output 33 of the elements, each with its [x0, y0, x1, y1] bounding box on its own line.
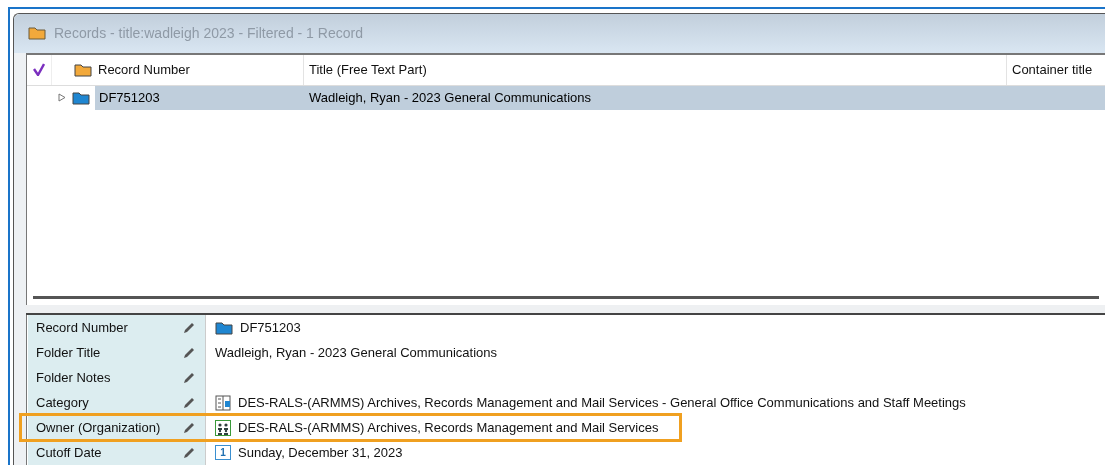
- category-icon: [215, 394, 231, 411]
- field-label: Folder Notes: [36, 368, 112, 387]
- window-title: Records - title:wadleigh 2023 - Filtered - 1 Record: [54, 23, 363, 43]
- field-value: Sunday, December 31, 2023: [238, 443, 403, 462]
- pencil-icon[interactable]: [183, 346, 195, 359]
- people-icon: [215, 419, 231, 436]
- pencil-icon[interactable]: [183, 396, 195, 409]
- table-cell-text: Wadleigh, Ryan - 2023 General Communications: [308, 88, 592, 107]
- folder-icon: [72, 90, 90, 105]
- calendar-icon: 1: [215, 445, 231, 460]
- column-header[interactable]: Container title: [1012, 59, 1093, 80]
- field-label: Cutoff Date: [36, 443, 103, 462]
- pencil-icon[interactable]: [183, 321, 195, 334]
- field-label: Record Number: [36, 318, 129, 337]
- field-label: Category: [36, 393, 90, 412]
- column-header[interactable]: Record Number: [98, 59, 190, 80]
- expander-icon[interactable]: [58, 93, 66, 103]
- pencil-icon[interactable]: [183, 446, 195, 459]
- folder-icon: [74, 62, 92, 77]
- field-label: Owner (Organization): [36, 418, 162, 437]
- column-header[interactable]: Title (Free Text Part): [309, 59, 427, 80]
- table-cell-text: DF751203: [98, 88, 161, 107]
- field-value: DF751203: [240, 318, 301, 337]
- field-value: DES-RALS-(ARMMS) Archives, Records Management and Mail Services: [238, 418, 659, 437]
- field-value: Wadleigh, Ryan - 2023 General Communications: [215, 343, 498, 362]
- check-icon[interactable]: [33, 63, 45, 77]
- field-label: Folder Title: [36, 343, 102, 362]
- pencil-icon[interactable]: [183, 371, 195, 384]
- folder-icon: [215, 320, 233, 335]
- table-row[interactable]: DF751203 Wadleigh, Ryan - 2023 General Communications: [95, 85, 1105, 110]
- field-value: DES-RALS-(ARMMS) Archives, Records Management and Mail Services - General Office Communications and Staff Meetings: [238, 393, 966, 412]
- folder-icon: [28, 26, 46, 41]
- pencil-icon[interactable]: [183, 421, 195, 434]
